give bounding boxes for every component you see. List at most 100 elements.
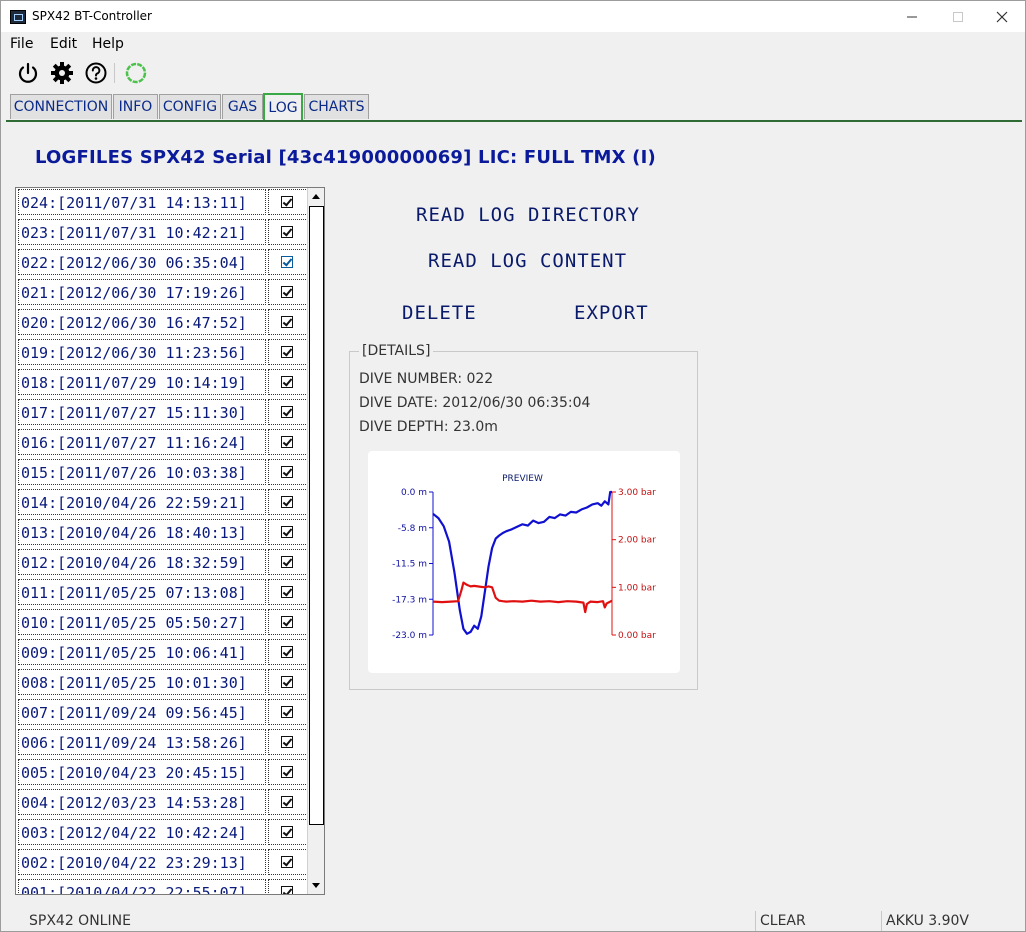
log-entry-row[interactable]: 010:[2011/05/25 05:50:27] [17, 608, 308, 638]
log-entry-checkbox[interactable] [268, 369, 308, 395]
log-entry-row[interactable]: 013:[2010/04/26 18:40:13] [17, 518, 308, 548]
log-entry-label: 014:[2010/04/26 22:59:21] [18, 489, 266, 515]
tab-connection[interactable]: CONNECTION [10, 94, 112, 119]
checkbox-checked-icon [281, 496, 293, 508]
log-entry-row[interactable]: 012:[2010/04/26 18:32:59] [17, 548, 308, 578]
tab-charts[interactable]: CHARTS [304, 94, 369, 119]
log-entry-row[interactable]: 009:[2011/05/25 10:06:41] [17, 638, 308, 668]
delete-button[interactable]: DELETE [402, 302, 477, 324]
log-entry-checkbox[interactable] [268, 429, 308, 455]
log-entry-row[interactable]: 007:[2011/09/24 09:56:45] [17, 698, 308, 728]
checkbox-checked-icon [281, 706, 293, 718]
toolbar [1, 57, 1025, 89]
log-entry-checkbox[interactable] [268, 519, 308, 545]
checkbox-checked-icon [281, 646, 293, 658]
log-entry-label: 011:[2011/05/25 07:13:08] [18, 579, 266, 605]
log-entry-row[interactable]: 004:[2012/03/23 14:53:28] [17, 788, 308, 818]
log-entry-row[interactable]: 002:[2010/04/22 23:29:13] [17, 848, 308, 878]
log-entry-checkbox[interactable] [268, 609, 308, 635]
log-entry-checkbox[interactable] [268, 849, 308, 875]
status-separator [881, 911, 882, 931]
log-entry-row[interactable]: 023:[2011/07/31 10:42:21] [17, 218, 308, 248]
log-entry-row[interactable]: 017:[2011/07/27 15:11:30] [17, 398, 308, 428]
checkbox-checked-icon [281, 676, 293, 688]
dive-date: DIVE DATE: 2012/06/30 06:35:04 [359, 395, 591, 411]
power-button[interactable] [16, 61, 40, 85]
log-entry-checkbox[interactable] [268, 549, 308, 575]
log-entry-row[interactable]: 016:[2011/07/27 11:16:24] [17, 428, 308, 458]
log-entry-row[interactable]: 001:[2010/04/22 22:55:07] [17, 878, 308, 894]
checkbox-checked-icon [281, 826, 293, 838]
log-entry-checkbox[interactable] [268, 699, 308, 725]
scroll-thumb[interactable] [309, 206, 324, 825]
maximize-icon [953, 11, 963, 22]
log-entry-checkbox[interactable] [268, 309, 308, 335]
log-entry-label: 019:[2012/06/30 11:23:56] [18, 339, 266, 365]
log-entry-row[interactable]: 003:[2012/04/22 10:42:24] [17, 818, 308, 848]
log-entry-label: 010:[2011/05/25 05:50:27] [18, 609, 266, 635]
log-entry-checkbox[interactable] [268, 729, 308, 755]
app-icon [10, 10, 26, 24]
status-separator [755, 911, 756, 931]
checkbox-checked-icon [281, 286, 293, 298]
log-entry-checkbox[interactable] [268, 639, 308, 665]
left-tick-label: -11.5 m [392, 560, 427, 570]
read-log-directory-button[interactable]: READ LOG DIRECTORY [416, 204, 640, 226]
log-entry-row[interactable]: 006:[2011/09/24 13:58:26] [17, 728, 308, 758]
tab-info[interactable]: INFO [113, 94, 158, 119]
log-entry-row[interactable]: 022:[2012/06/30 06:35:04] [17, 248, 308, 278]
scroll-up-button[interactable] [308, 188, 324, 205]
log-entry-checkbox[interactable] [268, 579, 308, 605]
log-entry-row[interactable]: 008:[2011/05/25 10:01:30] [17, 668, 308, 698]
log-entry-checkbox[interactable] [268, 219, 308, 245]
checkbox-checked-icon [281, 736, 293, 748]
settings-button[interactable] [50, 61, 74, 85]
help-icon [85, 62, 107, 84]
maximize-button[interactable] [935, 1, 981, 32]
log-entry-row[interactable]: 020:[2012/06/30 16:47:52] [17, 308, 308, 338]
dive-depth: DIVE DEPTH: 23.0m [359, 419, 498, 435]
right-tick-label: 1.00 bar [618, 583, 656, 593]
log-entry-row[interactable]: 018:[2011/07/29 10:14:19] [17, 368, 308, 398]
log-entry-row[interactable]: 024:[2011/07/31 14:13:11] [17, 188, 308, 218]
log-entry-checkbox[interactable] [268, 819, 308, 845]
tab-log[interactable]: LOG [263, 93, 303, 120]
log-entry-label: 020:[2012/06/30 16:47:52] [18, 309, 266, 335]
log-entry-checkbox[interactable] [268, 669, 308, 695]
tab-gas[interactable]: GAS [222, 94, 263, 119]
log-entry-checkbox[interactable] [268, 279, 308, 305]
scroll-down-button[interactable] [308, 877, 324, 894]
log-entry-checkbox[interactable] [268, 759, 308, 785]
log-list-scrollbar[interactable] [307, 188, 324, 894]
minimize-button[interactable] [889, 1, 935, 32]
log-entry-row[interactable]: 021:[2012/06/30 17:19:26] [17, 278, 308, 308]
menu-help[interactable]: Help [92, 36, 124, 52]
checkbox-checked-icon [281, 466, 293, 478]
menu-edit[interactable]: Edit [50, 36, 77, 52]
log-entry-label: 017:[2011/07/27 15:11:30] [18, 399, 266, 425]
read-log-content-button[interactable]: READ LOG CONTENT [428, 250, 627, 272]
menu-file[interactable]: File [10, 36, 33, 52]
log-entry-checkbox[interactable] [268, 789, 308, 815]
log-entry-row[interactable]: 014:[2010/04/26 22:59:21] [17, 488, 308, 518]
export-button[interactable]: EXPORT [574, 302, 649, 324]
close-button[interactable] [979, 1, 1025, 32]
details-legend: [DETAILS] [359, 343, 434, 359]
log-entry-checkbox[interactable] [268, 399, 308, 425]
log-entry-row[interactable]: 005:[2010/04/23 20:45:15] [17, 758, 308, 788]
log-entry-checkbox[interactable] [268, 189, 308, 215]
help-button[interactable] [84, 61, 108, 85]
log-entry-checkbox[interactable] [268, 339, 308, 365]
log-entry-row[interactable]: 019:[2012/06/30 11:23:56] [17, 338, 308, 368]
app-window: SPX42 BT-Controller File Edit Help CONNE… [0, 0, 1026, 932]
tab-config[interactable]: CONFIG [159, 94, 221, 119]
log-entry-checkbox[interactable] [268, 459, 308, 485]
log-entry-row[interactable]: 015:[2011/07/26 10:03:38] [17, 458, 308, 488]
page-title: LOGFILES SPX42 Serial [43c41900000069] L… [35, 147, 656, 168]
log-entry-checkbox[interactable] [268, 879, 308, 894]
battery-status: AKKU 3.90V [886, 913, 970, 929]
log-entry-checkbox[interactable] [268, 249, 308, 275]
log-entry-checkbox[interactable] [268, 489, 308, 515]
log-entry-row[interactable]: 011:[2011/05/25 07:13:08] [17, 578, 308, 608]
log-list[interactable]: 024:[2011/07/31 14:13:11] 023:[2011/07/31… [15, 187, 325, 895]
